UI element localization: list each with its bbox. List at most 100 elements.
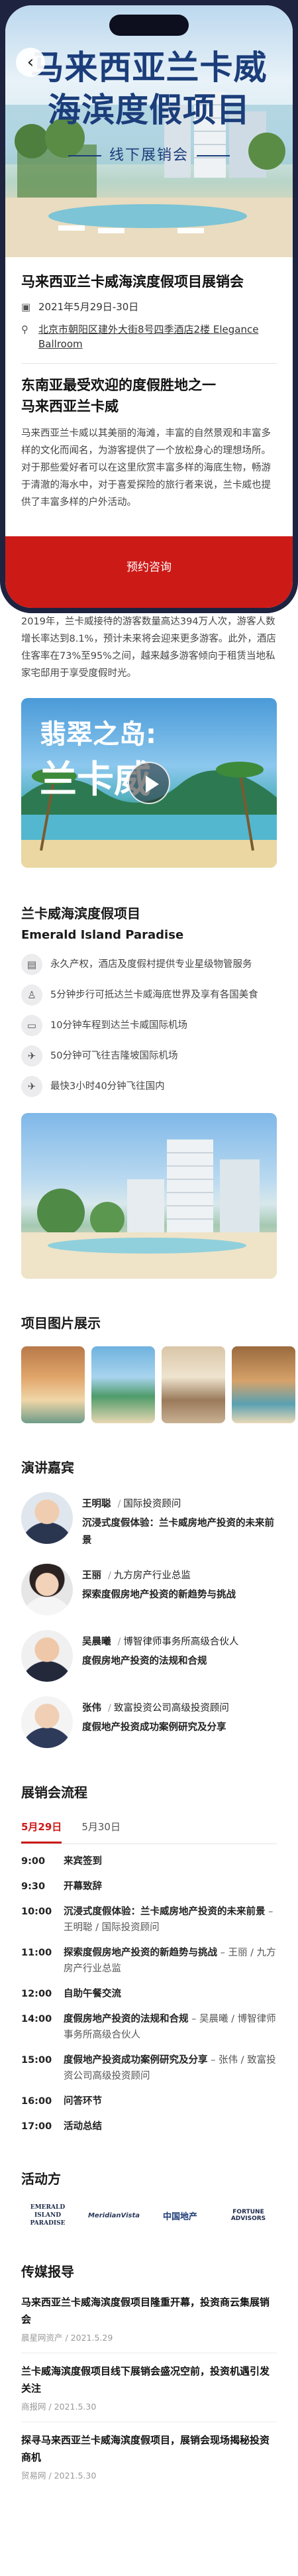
intro-paragraph: 马来西亚兰卡威以其美丽的海滩，丰富的自然景观和丰富多样的文化而闻名，为游客提供了… xyxy=(21,428,271,508)
page: ‹ 马来西亚兰卡威 海滨度假项目 线下展销会 马来西亚兰卡威海滨度假项目展销会 … xyxy=(0,0,298,2576)
schedule-time: 14:00 xyxy=(21,2014,52,2024)
intro-heading-line2: 马来西亚兰卡威 xyxy=(21,398,119,414)
schedule-item: 10:00 沉浸式度假体验：兰卡威房地产投资的未来前景 – 王明聪 / 国际投资顾… xyxy=(21,1904,277,1936)
speaker-name-role: 王明聪 / 国际投资顾问 xyxy=(82,1499,181,1509)
speaker-name: 王明聪 xyxy=(82,1499,111,1509)
speaker-card[interactable]: 王丽 / 九方房产行业总监 探索度假房地产投资的新趋势与挑战 xyxy=(21,1564,277,1615)
sponsor-logo: EMERALD ISLAND PARADISE xyxy=(30,2204,66,2227)
project-features: ▤ 永久产权，酒店及度假村提供专业星级物管服务 ♙ 5分钟步行可抵达兰卡威海底世… xyxy=(21,954,277,1097)
schedule-title: 问答环节 xyxy=(64,2096,102,2107)
gallery-heading: 项目图片展示 xyxy=(21,1315,101,1331)
location-pin-icon: ⚲ xyxy=(21,323,28,335)
sponsors-heading: 活动方 xyxy=(21,2171,61,2187)
news-title[interactable]: 探寻马来西亚兰卡威海滨度假项目，展销会现场揭秘投资商机 xyxy=(21,2431,277,2466)
play-icon[interactable] xyxy=(128,762,170,804)
speaker-card[interactable]: 吴晨曦 / 博智律师事务所高级合伙人 度假房地产投资的法规和合规 xyxy=(21,1630,277,1682)
gallery-image[interactable] xyxy=(91,1346,155,1423)
news-meta: 贸易网 / 2021.5.30 xyxy=(21,2471,97,2481)
sponsor-logos: EMERALD ISLAND PARADISE MeridianVista 中国… xyxy=(21,2203,277,2227)
feature-item: ▭ 10分钟车程到达兰卡威国际机场 xyxy=(21,1015,277,1036)
hero-subtitle: 线下展销会 xyxy=(5,143,293,164)
schedule-time: 9:30 xyxy=(21,1881,46,1892)
speaker-topic: 探索度假房地产投资的新趋势与挑战 xyxy=(82,1590,236,1600)
schedule-time: 10:00 xyxy=(21,1906,52,1917)
car-icon: ▭ xyxy=(21,1015,42,1036)
speaker-topic: 沉浸式度假体验：兰卡威房地产投资的未来前景 xyxy=(82,1518,274,1546)
event-date: 2021年5月29日-30日 xyxy=(38,301,139,313)
schedule-item: 9:00 来宾签到 xyxy=(21,1853,277,1869)
gallery-image[interactable] xyxy=(232,1346,295,1423)
intro-heading: 东南亚最受欢迎的度假胜地之一 马来西亚兰卡威 xyxy=(21,375,277,417)
feature-item: ▤ 永久产权，酒店及度假村提供专业星级物管服务 xyxy=(21,954,277,975)
hero-banner: ‹ 马来西亚兰卡威 海滨度假项目 线下展销会 xyxy=(5,5,293,257)
book-consultation-button[interactable]: 预约咨询 xyxy=(5,536,293,608)
news-heading: 传媒报导 xyxy=(21,2264,74,2280)
sponsor-logo: 中国地产 xyxy=(162,2211,197,2222)
schedule-title: 开幕致辞 xyxy=(64,1881,102,1892)
schedule-desc: 探索度假房地产投资的新趋势与挑战 – 王丽 / 九方房产行业总监 xyxy=(64,1945,277,1977)
feature-item: ✈ 最快3小时40分钟飞往国内 xyxy=(21,1076,277,1097)
speaker-role: 九方房产行业总监 xyxy=(113,1570,191,1581)
news-item[interactable]: 马来西亚兰卡威海滨度假项目隆重开幕，投资商云集展销会 晨星网资产 / 2021.… xyxy=(21,2294,277,2353)
speaker-name-role: 张伟 / 致富投资公司高级投资顾问 xyxy=(82,1703,229,1714)
intro-heading-line1: 东南亚最受欢迎的度假胜地之一 xyxy=(21,377,216,393)
calendar-icon: ▣ xyxy=(21,301,31,313)
video-title-line1: 翡翠之岛: xyxy=(40,719,156,750)
video-player[interactable]: 翡翠之岛: 兰卡威 xyxy=(21,698,277,868)
news-list: 马来西亚兰卡威海滨度假项目隆重开幕，投资商云集展销会 晨星网资产 / 2021.… xyxy=(21,2294,277,2490)
avatar xyxy=(21,1492,73,1544)
phone-frame: ‹ 马来西亚兰卡威 海滨度假项目 线下展销会 马来西亚兰卡威海滨度假项目展销会 … xyxy=(0,0,298,613)
resort-photo xyxy=(21,1113,277,1279)
speaker-card[interactable]: 张伟 / 致富投资公司高级投资顾问 度假地产投资成功案例研究及分享 xyxy=(21,1696,277,1748)
speaker-role: 博智律师事务所高级合伙人 xyxy=(123,1637,239,1647)
hero-title-line1: 马来西亚兰卡威 xyxy=(30,48,268,87)
avatar xyxy=(21,1630,73,1682)
hero-illustration xyxy=(5,91,293,257)
speaker-topic: 度假地产投资成功案例研究及分享 xyxy=(82,1722,226,1733)
gallery-image[interactable] xyxy=(21,1346,85,1423)
event-address-row[interactable]: ⚲ 北京市朝阳区建外大街8号四季酒店2楼 Elegance Ballroom xyxy=(21,322,277,351)
schedule-time: 12:00 xyxy=(21,1989,52,1999)
news-title[interactable]: 马来西亚兰卡威海滨度假项目隆重开幕，投资商云集展销会 xyxy=(21,2294,277,2328)
speaker-card[interactable]: 王明聪 / 国际投资顾问 沉浸式度假体验：兰卡威房地产投资的未来前景 xyxy=(21,1492,277,1549)
schedule-desc: 度假地产投资成功案例研究及分享 – 张伟 / 致富投资公司高级投资顾问 xyxy=(64,2052,277,2084)
chevron-left-icon: ‹ xyxy=(26,52,34,72)
feature-text: 10分钟车程到达兰卡威国际机场 xyxy=(50,1020,187,1031)
speaker-role: 致富投资公司高级投资顾问 xyxy=(113,1703,229,1714)
event-address[interactable]: 北京市朝阳区建外大街8号四季酒店2楼 Elegance Ballroom xyxy=(38,322,277,351)
sponsor-logo: MeridianVista xyxy=(87,2211,140,2219)
feature-item: ✈ 50分钟可飞往吉隆坡国际机场 xyxy=(21,1045,277,1067)
news-item[interactable]: 兰卡威海滨度假项目线下展销会盛况空前，投资机遇引发关注 商报网 / 2021.5… xyxy=(21,2363,277,2422)
schedule-list: 9:00 来宾签到 9:30 开幕致辞 10:00 沉浸式度假体验：兰卡威房地产投资的… xyxy=(21,1853,277,2135)
speaker-name-role: 吴晨曦 / 博智律师事务所高级合伙人 xyxy=(82,1637,239,1647)
news-item[interactable]: 探寻马来西亚兰卡威海滨度假项目，展销会现场揭秘投资商机 贸易网 / 2021.5… xyxy=(21,2431,277,2490)
schedule-title: 活动总结 xyxy=(64,2121,102,2132)
news-title[interactable]: 兰卡威海滨度假项目线下展销会盛况空前，投资机遇引发关注 xyxy=(21,2363,277,2397)
schedule-desc: 开幕致辞 xyxy=(64,1879,277,1895)
schedule-desc: 沉浸式度假体验：兰卡威房地产投资的未来前景 – 王明聪 / 国际投资顾问 xyxy=(64,1904,277,1936)
walking-icon: ♙ xyxy=(21,984,42,1006)
schedule-desc: 来宾签到 xyxy=(64,1853,277,1869)
speaker-name: 王丽 xyxy=(82,1570,101,1581)
feature-text: 最快3小时40分钟飞往国内 xyxy=(50,1081,165,1092)
divider xyxy=(21,363,277,364)
schedule-desc: 问答环节 xyxy=(64,2093,277,2109)
schedule-time: 15:00 xyxy=(21,2055,52,2066)
schedule-desc: 度假房地产投资的法规和合规 – 吴晨曦 / 博智律师事务所高级合伙人 xyxy=(64,2011,277,2043)
news-meta: 商报网 / 2021.5.30 xyxy=(21,2402,97,2412)
schedule-item: 12:00 自助午餐交流 xyxy=(21,1986,277,2002)
gallery-carousel[interactable] xyxy=(21,1346,298,1423)
plane-icon: ✈ xyxy=(21,1076,42,1097)
tab-day2[interactable]: 5月30日 xyxy=(81,1817,121,1844)
back-button[interactable]: ‹ xyxy=(16,48,45,77)
schedule-tabs: 5月29日 5月30日 xyxy=(21,1817,277,1844)
schedule-heading: 展销会流程 xyxy=(21,1785,87,1800)
speaker-role: 国际投资顾问 xyxy=(123,1499,181,1509)
schedule-desc: 活动总结 xyxy=(64,2119,277,2135)
gallery-image[interactable] xyxy=(162,1346,225,1423)
hero-title-line2: 海滨度假项目 xyxy=(48,91,250,129)
feature-text: 永久产权，酒店及度假村提供专业星级物管服务 xyxy=(50,959,252,970)
schedule-title: 自助午餐交流 xyxy=(64,1989,121,1999)
schedule-item: 17:00 活动总结 xyxy=(21,2119,277,2135)
tab-day1[interactable]: 5月29日 xyxy=(21,1817,62,1844)
